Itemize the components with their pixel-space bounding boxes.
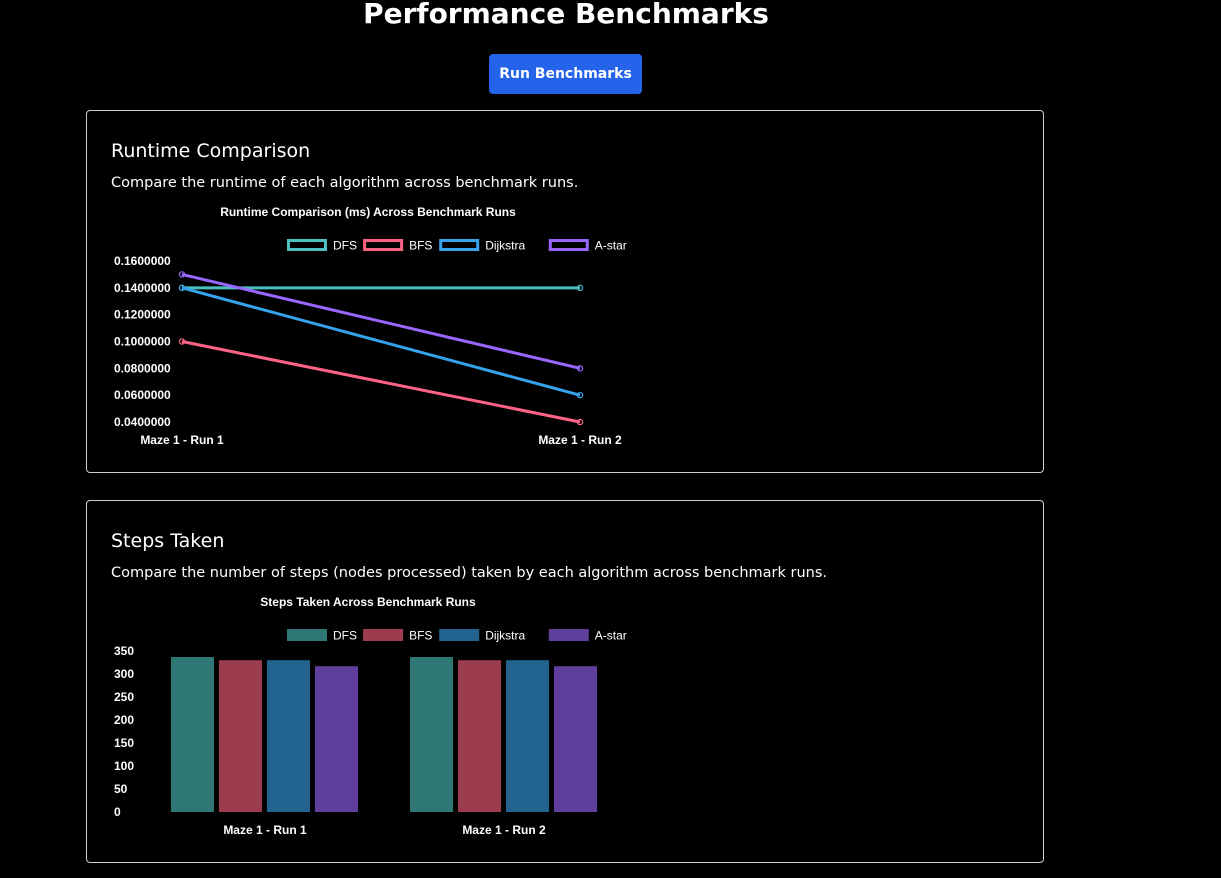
legend-swatch-dfs <box>287 629 327 641</box>
legend-swatch-a-star <box>548 629 589 641</box>
legend-swatch-dijkstra <box>439 239 480 251</box>
y-tick-label: 0.0800000 <box>114 361 171 375</box>
y-tick-label: 50 <box>114 782 128 796</box>
legend-label-dijkstra: Dijkstra <box>485 239 525 253</box>
bar-bfs <box>219 660 262 812</box>
x-tick-label: Maze 1 - Run 2 <box>462 823 546 837</box>
chart-title: Runtime Comparison (ms) Across Benchmark… <box>220 205 516 219</box>
legend-label-a-star: A-star <box>595 239 627 253</box>
bar-dfs <box>410 656 453 812</box>
y-tick-label: 150 <box>114 736 134 750</box>
legend-label-bfs: BFS <box>409 239 432 253</box>
y-tick-label: 0.1200000 <box>114 308 171 322</box>
bar-dijkstra <box>506 660 549 812</box>
y-tick-label: 0.1600000 <box>114 254 171 268</box>
legend-label-dfs: DFS <box>333 239 357 253</box>
y-tick-label: 250 <box>114 690 134 704</box>
legend-label-bfs: BFS <box>409 629 432 643</box>
legend-label-dfs: DFS <box>333 629 357 643</box>
y-tick-label: 200 <box>114 713 134 727</box>
bar-a-star <box>315 666 358 812</box>
steps-bar-chart: Steps Taken Across Benchmark Runs DFS BFS D… <box>114 595 627 837</box>
y-tick-label: 0.0400000 <box>114 415 171 429</box>
y-tick-label: 0 <box>114 805 121 819</box>
bar-dfs <box>171 656 214 812</box>
legend-swatch-bfs <box>363 629 404 641</box>
x-tick-label: Maze 1 - Run 1 <box>140 433 224 447</box>
y-tick-label: 0.0600000 <box>114 388 171 402</box>
y-tick-label: 100 <box>114 759 134 773</box>
legend-swatch-a-star <box>548 239 589 251</box>
steps-taken-card: Steps Taken Compare the number of steps … <box>86 500 1044 863</box>
y-tick-label: 0.1400000 <box>114 281 171 295</box>
runtime-comparison-card: Runtime Comparison Compare the runtime o… <box>86 110 1044 473</box>
y-tick-label: 0.1000000 <box>114 335 171 349</box>
chart-title: Steps Taken Across Benchmark Runs <box>260 595 476 609</box>
legend-label-a-star: A-star <box>595 629 627 643</box>
legend-swatch-bfs <box>363 239 404 251</box>
legend-label-dijkstra: Dijkstra <box>485 629 525 643</box>
legend-swatch-dijkstra <box>439 629 480 641</box>
run-benchmarks-button[interactable]: Run Benchmarks <box>489 54 642 94</box>
series-line-dijkstra <box>181 286 581 397</box>
runtime-line-chart: Runtime Comparison (ms) Across Benchmark… <box>114 205 627 447</box>
x-tick-label: Maze 1 - Run 2 <box>538 433 622 447</box>
y-tick-label: 300 <box>114 667 134 681</box>
page-title: Performance Benchmarks <box>363 0 769 30</box>
legend-swatch-dfs <box>287 239 327 251</box>
x-tick-label: Maze 1 - Run 1 <box>223 823 307 837</box>
benchmark-page: Performance Benchmarks Run Benchmarks Ru… <box>0 0 1221 878</box>
bar-dijkstra <box>267 660 310 812</box>
bar-a-star <box>554 666 597 812</box>
y-tick-label: 350 <box>114 644 134 658</box>
bar-bfs <box>458 660 501 812</box>
